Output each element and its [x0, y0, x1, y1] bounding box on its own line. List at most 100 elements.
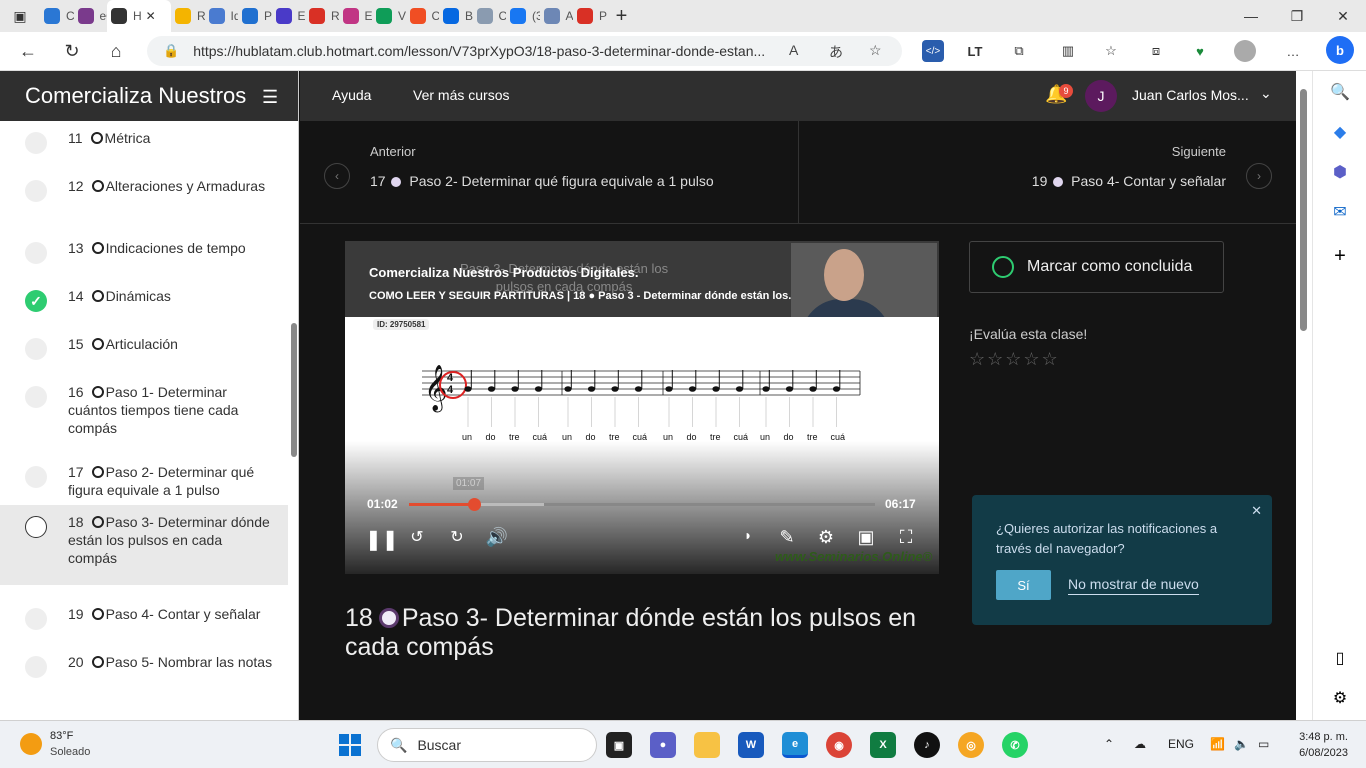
page-scrollbar[interactable]	[1296, 71, 1312, 720]
weather-desc[interactable]: Soleado	[50, 746, 90, 758]
word-icon[interactable]: W	[738, 732, 764, 758]
vpn-icon[interactable]: ◎	[958, 732, 984, 758]
back-icon[interactable]: ←	[6, 41, 50, 62]
browser-tab[interactable]: Eres c	[272, 0, 305, 32]
whatsapp-icon[interactable]: ✆	[1002, 732, 1028, 758]
office-icon[interactable]: ⬢	[1329, 161, 1351, 183]
browser-tab[interactable]: Como	[406, 0, 439, 32]
battery-icon[interactable]: ▭	[1258, 737, 1269, 751]
tray-chevron-up-icon[interactable]: ⌃	[1104, 737, 1114, 751]
avatar[interactable]: J	[1085, 80, 1117, 112]
next-lesson-link[interactable]: 19 Paso 4- Contar y señalar	[1032, 173, 1226, 189]
file-explorer-icon[interactable]	[694, 732, 720, 758]
video-player[interactable]: Paso 3- Determinar dónde están los pulsos…	[345, 241, 939, 574]
refresh-icon[interactable]: ↻	[50, 41, 94, 62]
dont-show-again-link[interactable]: No mostrar de nuevo	[1068, 576, 1199, 595]
lesson-item[interactable]: 12 Alteraciones y Armaduras	[0, 177, 288, 235]
lesson-item[interactable]: 11 Métrica	[0, 129, 288, 169]
browser-tab[interactable]: Biblic	[439, 0, 473, 32]
lesson-item[interactable]: ✓ 14 Dinámicas	[0, 287, 288, 327]
language-indicator[interactable]: ENG	[1168, 737, 1194, 751]
onedrive-cloud-icon[interactable]: ☁	[1134, 737, 1146, 751]
rating-stars[interactable]: ☆☆☆☆☆	[969, 349, 1060, 370]
restore-button[interactable]: ❐	[1274, 0, 1320, 32]
next-arrow-icon[interactable]: ›	[1246, 163, 1272, 189]
browser-tab[interactable]: RI	[171, 0, 205, 32]
performance-icon[interactable]: ♥	[1189, 40, 1211, 62]
favorite-star-icon[interactable]: ☆	[869, 42, 882, 59]
page-scrollbar-thumb[interactable]	[1300, 89, 1307, 331]
chrome-icon[interactable]: ◉	[826, 732, 852, 758]
chat-icon[interactable]: ●	[650, 732, 676, 758]
browser-tab[interactable]: Video	[372, 0, 406, 32]
new-tab-button[interactable]: +	[607, 5, 637, 28]
browser-tab[interactable]: Admi	[540, 0, 573, 32]
search-icon[interactable]: 🔍	[1329, 81, 1351, 103]
hide-sidebar-icon[interactable]: ▯	[1329, 647, 1351, 669]
address-bar[interactable]: 🔒 https://hublatam.club.hotmart.com/less…	[147, 36, 902, 66]
pause-icon[interactable]: ❚❚	[365, 527, 399, 552]
weather-temp[interactable]: 83°F	[50, 730, 73, 742]
tiktok-icon[interactable]: ♪	[914, 732, 940, 758]
chevron-down-icon[interactable]: ⌄	[1260, 85, 1272, 102]
bing-copilot-icon[interactable]: b	[1326, 36, 1354, 64]
lesson-item[interactable]: 18 Paso 3- Determinar dónde están los pul…	[0, 505, 288, 585]
sidebar-settings-gear-icon[interactable]: ⚙	[1329, 687, 1351, 709]
progress-bar[interactable]	[409, 498, 875, 511]
lesson-item[interactable]: 15 Articulación	[0, 335, 288, 375]
task-view-icon[interactable]: ▣	[606, 732, 632, 758]
profile-icon[interactable]	[1234, 40, 1256, 62]
autoplay-toggle-icon[interactable]: ◗	[736, 527, 760, 543]
volume-icon[interactable]: 🔊	[485, 527, 509, 548]
favorites-icon[interactable]: ☆	[1100, 40, 1122, 62]
extension-lt-icon[interactable]: LT	[964, 40, 986, 62]
browser-tab[interactable]: (3) Fa	[506, 0, 540, 32]
close-icon[interactable]: ✕	[1251, 503, 1262, 519]
home-icon[interactable]: ⌂	[94, 41, 138, 62]
allow-notifications-button[interactable]: Sí	[996, 570, 1051, 600]
menu-hamburger-icon[interactable]: ☰	[262, 87, 278, 108]
extension-code-icon[interactable]: </>	[922, 40, 944, 62]
url-text[interactable]: https://hublatam.club.hotmart.com/lesson…	[193, 43, 765, 59]
lesson-item[interactable]: 16 Paso 1- Determinar cuántos tiempos tie…	[0, 383, 288, 455]
extensions-puzzle-icon[interactable]: ⧉	[1008, 40, 1030, 62]
split-screen-icon[interactable]: ▥	[1057, 40, 1079, 62]
close-window-button[interactable]: ✕	[1320, 0, 1366, 32]
collections-icon[interactable]: ⧈	[1145, 40, 1167, 62]
browser-tab[interactable]: Corre	[40, 0, 74, 32]
translate-icon[interactable]: あ	[829, 42, 843, 62]
taskbar-search[interactable]: 🔍 Buscar	[377, 728, 597, 762]
start-windows-icon[interactable]	[339, 734, 361, 756]
previous-lesson-link[interactable]: 17 Paso 2- Determinar qué figura equival…	[370, 173, 714, 189]
mark-complete-button[interactable]: Marcar como concluida	[969, 241, 1224, 293]
browser-tab[interactable]: Partit	[573, 0, 607, 32]
browser-tab[interactable]: H ✕	[107, 0, 171, 32]
lesson-item[interactable]: 20 Paso 5- Nombrar las notas	[0, 653, 288, 711]
previous-arrow-icon[interactable]: ‹	[324, 163, 350, 189]
annotate-pencil-icon[interactable]: ✎	[775, 527, 799, 548]
browser-tab[interactable]: Planti	[238, 0, 272, 32]
browser-tab[interactable]: eCom	[74, 0, 107, 32]
forward-10-icon[interactable]: ↻	[445, 527, 469, 547]
picture-in-picture-icon[interactable]: ▣	[854, 527, 878, 548]
browser-tab[interactable]: Ideas	[205, 0, 238, 32]
lesson-item[interactable]: 19 Paso 4- Contar y señalar	[0, 605, 288, 645]
settings-gear-icon[interactable]: ⚙	[814, 527, 838, 548]
speaker-icon[interactable]: 🔈	[1234, 737, 1249, 751]
tab-actions-icon[interactable]: ▣	[0, 0, 40, 32]
help-link[interactable]: Ayuda	[332, 87, 371, 103]
lesson-item[interactable]: 13 Indicaciones de tempo	[0, 239, 288, 279]
excel-icon[interactable]: X	[870, 732, 896, 758]
edge-icon[interactable]: e	[782, 732, 808, 758]
lock-icon[interactable]: 🔒	[163, 43, 179, 59]
shopping-tag-icon[interactable]: ◆	[1329, 121, 1351, 143]
wifi-icon[interactable]: 📶	[1210, 737, 1225, 751]
read-aloud-icon[interactable]: A	[789, 42, 798, 58]
weather-sun-icon[interactable]	[20, 733, 42, 755]
system-clock[interactable]: 3:48 p. m. 6/08/2023	[1292, 729, 1348, 761]
browser-tab[interactable]: Recib	[305, 0, 339, 32]
more-menu-icon[interactable]: …	[1282, 40, 1304, 62]
more-courses-link[interactable]: Ver más cursos	[413, 87, 509, 103]
fullscreen-icon[interactable]: ⛶	[894, 527, 918, 548]
lesson-list-scrollbar[interactable]	[291, 323, 297, 457]
